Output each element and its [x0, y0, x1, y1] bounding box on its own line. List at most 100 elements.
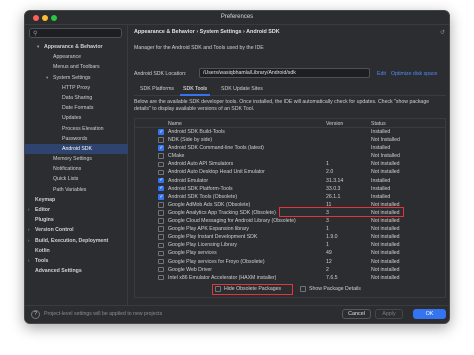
package-status: Installed [371, 185, 391, 192]
table-row[interactable]: Android SDK Tools (Obsolete) 26.1.1 Instal… [135, 193, 445, 201]
package-name: Google AdMob Ads SDK (Obsolete) [168, 201, 251, 208]
table-row[interactable]: Google Web Driver 2 Not installed [135, 266, 445, 274]
package-checkbox[interactable] [158, 258, 164, 265]
hide-obsolete-checkbox[interactable] [215, 286, 221, 292]
sidebar-item[interactable]: Notifications [25, 164, 128, 174]
chevron-right-icon[interactable]: › [28, 236, 30, 246]
table-row[interactable]: Google Play Licensing Library 1 Not instal… [135, 241, 445, 249]
tab-sdk-platforms[interactable]: SDK Platforms [137, 86, 177, 96]
table-row[interactable]: Android SDK Build-Tools Installed [135, 128, 445, 136]
sidebar-item-label: HTTP Proxy [62, 84, 91, 91]
package-checkbox[interactable] [158, 185, 164, 192]
tab-sdk-tools[interactable]: SDK Tools [180, 86, 211, 96]
chevron-right-icon[interactable]: › [28, 225, 30, 235]
table-row[interactable]: NDK (Side by side) Not Installed [135, 136, 445, 144]
package-version: 1 [326, 226, 329, 233]
sidebar-item[interactable]: Date Formats [25, 103, 128, 113]
sidebar-item[interactable]: Menus and Toolbars [25, 62, 128, 72]
table-row[interactable]: Android Auto API Simulators 1 Not installe… [135, 160, 445, 168]
sdk-location-field[interactable]: /Users/wasiqbhamla/Library/Android/sdk [199, 68, 370, 78]
package-checkbox[interactable] [158, 176, 164, 184]
sidebar-item[interactable]: Android SDK [25, 143, 128, 155]
ok-button[interactable]: OK [413, 309, 446, 319]
sidebar-item[interactable]: Process Elevation [25, 124, 128, 134]
package-checkbox[interactable] [158, 242, 164, 249]
table-row[interactable]: CMake Not Installed [135, 152, 445, 160]
edit-location-link[interactable]: Edit [377, 71, 386, 77]
package-status: Not installed [371, 258, 400, 265]
sdk-tools-info: Below are the available SDK developer to… [134, 99, 430, 112]
sidebar-item[interactable]: Memory Settings [25, 154, 128, 164]
package-version: 1.9.0 [326, 234, 338, 241]
package-status: Not Installed [371, 153, 400, 160]
sidebar-item[interactable]: Appearance [25, 52, 128, 62]
show-details-checkbox[interactable] [300, 286, 306, 292]
package-checkbox[interactable] [158, 137, 164, 143]
table-row[interactable]: Google Play services for Froyo (Obsolete… [135, 258, 445, 266]
sidebar-item[interactable]: › Editor [25, 205, 128, 215]
package-checkbox[interactable] [158, 218, 164, 224]
sidebar-item-label: Android SDK [62, 145, 92, 152]
package-checkbox[interactable] [158, 169, 164, 176]
package-checkbox[interactable] [158, 274, 164, 281]
sidebar-item[interactable]: HTTP Proxy [25, 83, 128, 93]
sidebar-item[interactable]: Plugins [25, 215, 128, 225]
table-row[interactable]: Google Cloud Messaging for Android Libra… [135, 217, 445, 225]
table-row[interactable]: Intel x86 Emulator Accelerator (HAXM ins… [135, 274, 445, 282]
package-status: Not installed [371, 169, 400, 176]
package-checkbox[interactable] [158, 144, 164, 152]
sidebar-item[interactable]: Keymap [25, 195, 128, 205]
help-icon[interactable]: ? [31, 310, 40, 319]
package-checkbox[interactable] [158, 193, 164, 200]
sidebar-item[interactable]: Advanced Settings [25, 266, 128, 276]
tab-sdk-update-sites[interactable]: SDK Update Sites [218, 86, 266, 96]
chevron-right-icon[interactable]: › [28, 205, 30, 215]
table-row[interactable]: Google Play APK Expansion library 1 Not in… [135, 225, 445, 233]
table-row[interactable]: Android SDK Command-line Tools (latest) I… [135, 144, 445, 152]
column-status-header[interactable]: Status [371, 121, 386, 127]
table-row[interactable]: Android SDK Platform-Tools 33.0.3 Installe… [135, 185, 445, 193]
package-checkbox[interactable] [158, 153, 164, 160]
page-description: Manager for the Android SDK and Tools us… [134, 45, 264, 51]
optimize-disk-space-link[interactable]: Optimize disk space [391, 71, 437, 77]
sidebar-item[interactable]: ▾ System Settings [25, 73, 128, 83]
package-status: Installed [371, 145, 391, 152]
sidebar-item[interactable]: Updates [25, 113, 128, 123]
sidebar-item[interactable]: Passwords [25, 134, 128, 144]
package-checkbox[interactable] [158, 266, 164, 273]
table-row[interactable]: Android Auto Desktop Head Unit Emulator 2… [135, 168, 445, 176]
sidebar-item[interactable]: Kotlin [25, 246, 128, 256]
package-name: Google Play Instant Development SDK [168, 234, 258, 241]
apply-button[interactable]: Apply [375, 309, 403, 319]
table-row[interactable]: Android Emulator 31.3.14 Installed [135, 176, 445, 185]
table-row[interactable]: Google Play Instant Development SDK 1.9.0… [135, 233, 445, 241]
package-checkbox[interactable] [158, 210, 164, 216]
sidebar-item[interactable]: Path Variables [25, 185, 128, 195]
sidebar-item[interactable]: › Version Control [25, 225, 128, 235]
chevron-down-icon[interactable]: ▾ [37, 42, 39, 52]
package-checkbox[interactable] [158, 128, 164, 135]
table-row[interactable]: Google Play services 49 Not installed [135, 249, 445, 257]
sidebar-item-label: Date Formats [62, 105, 94, 112]
chevron-right-icon[interactable]: › [28, 256, 30, 266]
chevron-down-icon[interactable]: ▾ [46, 73, 48, 83]
sidebar-item[interactable]: Quick Lists [25, 174, 128, 184]
package-checkbox[interactable] [158, 234, 164, 240]
package-checkbox[interactable] [158, 226, 164, 232]
reset-arrow-icon[interactable]: ↺ [440, 29, 445, 36]
sidebar-item[interactable]: Data Sharing [25, 93, 128, 103]
sidebar-item[interactable]: ▾ Appearance & Behavior [25, 42, 128, 52]
package-checkbox[interactable] [158, 161, 164, 168]
package-name: Google Play APK Expansion library [168, 226, 250, 233]
package-checkbox[interactable] [158, 250, 164, 257]
settings-search-input[interactable]: ⚲ [29, 28, 122, 38]
cancel-button[interactable]: Cancel [342, 309, 371, 319]
sdk-tabs: SDK Platforms SDK Tools SDK Update Sites [134, 84, 446, 96]
sidebar-item[interactable]: › Build, Execution, Deployment [25, 236, 128, 246]
column-version-header[interactable]: Version [326, 121, 343, 127]
column-name-header[interactable]: Name [168, 121, 182, 127]
package-checkbox[interactable] [158, 202, 164, 208]
sidebar-item[interactable]: › Tools [25, 256, 128, 266]
sidebar-item-label: Tools [35, 257, 49, 264]
settings-tree: ▾ Appearance & Behavior Appearance Menus an… [25, 42, 128, 276]
